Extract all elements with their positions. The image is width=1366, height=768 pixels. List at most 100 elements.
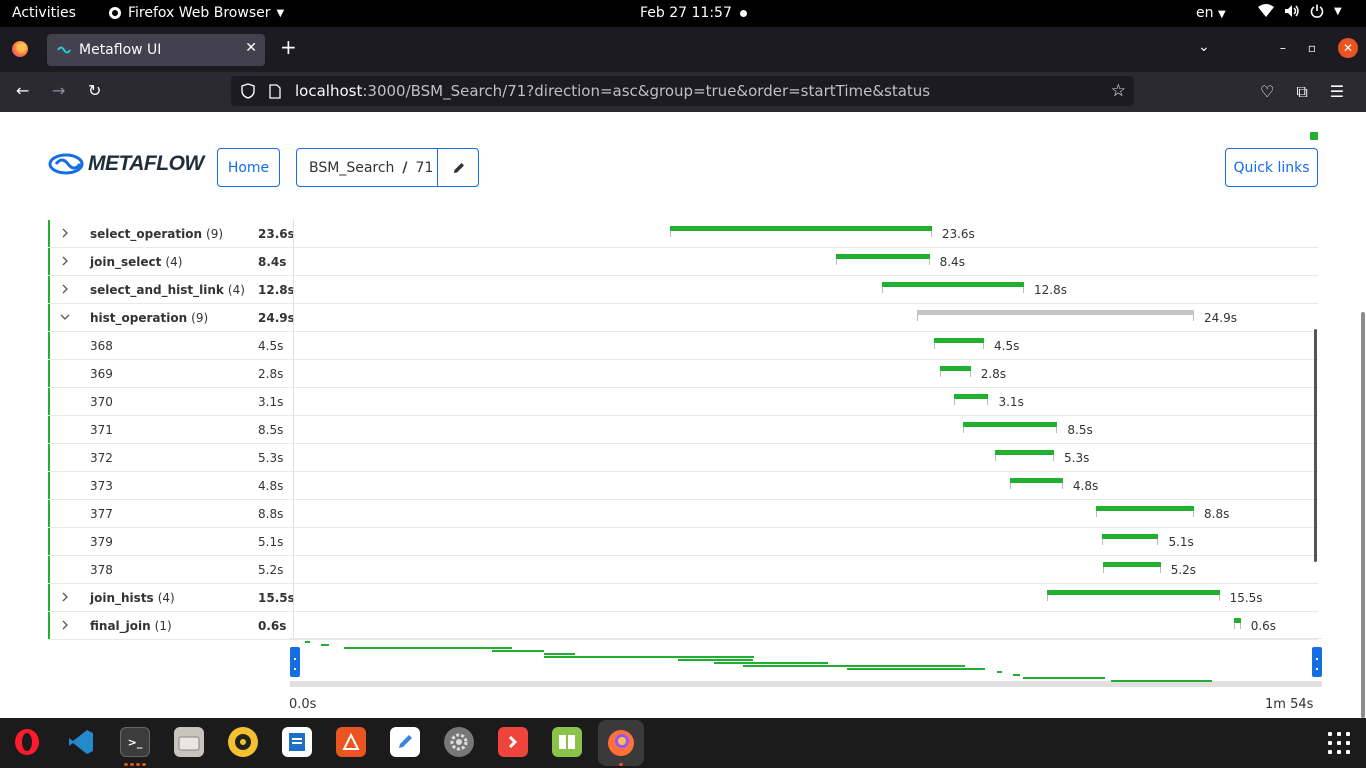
duration-bar[interactable] — [934, 338, 985, 343]
step-row[interactable]: join_hists (4) 15.5s 15.5s — [48, 584, 1318, 612]
step-row[interactable]: select_and_hist_link (4) 12.8s 12.8s — [48, 276, 1318, 304]
timeline-minimap[interactable] — [290, 638, 1322, 687]
start-tick — [962, 427, 964, 433]
chevron-down-icon[interactable] — [60, 311, 70, 323]
duration-bar[interactable] — [1096, 506, 1195, 511]
chevron-right-icon[interactable] — [60, 283, 70, 295]
chevron-right-icon[interactable] — [60, 227, 70, 239]
bar-duration-label: 4.5s — [994, 339, 1020, 353]
window-close-icon[interactable]: ✕ — [1338, 38, 1358, 58]
duration-bar[interactable] — [917, 310, 1194, 315]
axis-end-label: 1m 54s — [1265, 697, 1314, 712]
minimap-left-handle[interactable] — [290, 647, 300, 677]
task-row[interactable]: 370 3.1s 3.1s — [48, 388, 1318, 416]
duration-bar[interactable] — [962, 422, 1058, 427]
extensions-icon[interactable]: ⧉ — [1296, 82, 1307, 102]
step-row[interactable]: select_operation (9) 23.6s 23.6s — [48, 220, 1318, 248]
task-row[interactable]: 369 2.8s 2.8s — [48, 360, 1318, 388]
new-tab-button[interactable]: + — [280, 37, 297, 57]
power-icon — [1310, 4, 1324, 18]
chevron-right-icon[interactable] — [60, 619, 70, 631]
column-divider — [293, 276, 294, 303]
shield-icon[interactable] — [241, 83, 255, 99]
duration: 5.1s — [258, 535, 284, 549]
task-row[interactable]: 378 5.2s 5.2s — [48, 556, 1318, 584]
metaflow-logo[interactable]: METAFLOW — [48, 152, 204, 176]
show-apps-icon[interactable] — [1328, 732, 1350, 754]
duration-bar[interactable] — [1047, 590, 1220, 595]
language-selector[interactable]: en ▼ — [1196, 5, 1226, 21]
quick-links-button[interactable]: Quick links — [1225, 148, 1318, 187]
step-row[interactable]: final_join (1) 0.6s 0.6s — [48, 612, 1318, 640]
breadcrumb-path[interactable]: BSM_Search / 71 — [297, 160, 437, 176]
back-icon[interactable]: ← — [16, 82, 29, 100]
duration-bar[interactable] — [1102, 562, 1161, 567]
app-center-icon[interactable] — [336, 727, 366, 757]
firefox-dock-icon[interactable] — [598, 720, 644, 766]
minimize-icon[interactable]: – — [1280, 41, 1286, 55]
minimap-right-handle[interactable] — [1312, 647, 1322, 677]
diff-tool-icon[interactable] — [552, 727, 582, 757]
bookmark-star-icon[interactable]: ☆ — [1111, 81, 1126, 101]
timeline-scrollbar[interactable] — [1314, 329, 1317, 562]
page-info-icon[interactable] — [269, 83, 281, 99]
close-tab-icon[interactable]: ✕ — [245, 40, 257, 56]
system-menu[interactable]: ▼ — [1258, 4, 1342, 18]
duration-bar[interactable] — [995, 450, 1055, 455]
duration: 15.5s — [258, 591, 295, 605]
duration-bar[interactable] — [669, 226, 932, 231]
forward-icon[interactable]: → — [52, 82, 65, 100]
task-row[interactable]: 371 8.5s 8.5s — [48, 416, 1318, 444]
edit-breadcrumb-button[interactable] — [437, 149, 479, 186]
minimap-bar — [321, 644, 330, 646]
status-accent — [48, 444, 50, 471]
opera-icon[interactable] — [12, 727, 42, 757]
terminal-icon[interactable]: >_ — [120, 727, 150, 757]
list-all-tabs-icon[interactable]: ⌄ — [1198, 39, 1210, 55]
step-row[interactable]: hist_operation (9) 24.9s 24.9s — [48, 304, 1318, 332]
vscode-icon[interactable] — [66, 727, 96, 757]
task-row[interactable]: 368 4.5s 4.5s — [48, 332, 1318, 360]
step-row[interactable]: join_select (4) 8.4s 8.4s — [48, 248, 1318, 276]
duration-bar[interactable] — [836, 254, 930, 259]
reload-icon[interactable]: ↻ — [88, 82, 101, 100]
url-host: localhost — [295, 82, 363, 100]
tab-metaflow-ui[interactable]: Metaflow UI ✕ — [47, 34, 265, 66]
start-tick — [1009, 483, 1011, 489]
chevron-right-icon[interactable] — [60, 591, 70, 603]
language-label: en — [1196, 5, 1214, 21]
anydesk-icon[interactable] — [498, 727, 528, 757]
duration-bar[interactable] — [939, 366, 971, 371]
activities-button[interactable]: Activities — [12, 5, 76, 21]
status-accent — [48, 584, 50, 611]
start-tick — [954, 399, 956, 405]
libreoffice-writer-icon[interactable] — [282, 727, 312, 757]
duration-bar[interactable] — [954, 394, 989, 399]
task-row[interactable]: 373 4.8s 4.8s — [48, 472, 1318, 500]
task-row[interactable]: 379 5.1s 5.1s — [48, 528, 1318, 556]
text-editor-icon[interactable] — [390, 727, 420, 757]
end-tick — [983, 343, 985, 349]
pocket-icon[interactable]: ♡ — [1260, 82, 1274, 102]
duration-bar[interactable] — [881, 282, 1025, 287]
home-button[interactable]: Home — [217, 148, 280, 187]
rhythmbox-icon[interactable] — [228, 727, 258, 757]
start-tick — [836, 259, 838, 265]
duration-bar[interactable] — [1101, 534, 1159, 539]
url-bar[interactable]: localhost:3000/BSM_Search/71?direction=a… — [231, 76, 1134, 106]
task-id: 371 — [90, 423, 113, 437]
page-scrollbar[interactable] — [1361, 312, 1365, 718]
column-divider — [293, 584, 294, 611]
chevron-right-icon[interactable] — [60, 255, 70, 267]
task-row[interactable]: 372 5.3s 5.3s — [48, 444, 1318, 472]
duration-bar[interactable] — [1009, 478, 1063, 483]
firefox-menu-icon[interactable] — [12, 41, 28, 57]
settings-icon[interactable] — [444, 727, 474, 757]
task-row[interactable]: 377 8.8s 8.8s — [48, 500, 1318, 528]
files-icon[interactable] — [174, 727, 204, 757]
hamburger-menu-icon[interactable]: ☰ — [1330, 82, 1344, 102]
duration: 8.8s — [258, 507, 284, 521]
maximize-icon[interactable]: ▫ — [1308, 41, 1316, 55]
app-menu[interactable]: Firefox Web Browser ▼ — [108, 5, 284, 21]
clock[interactable]: Feb 27 11:57 — [640, 5, 732, 21]
